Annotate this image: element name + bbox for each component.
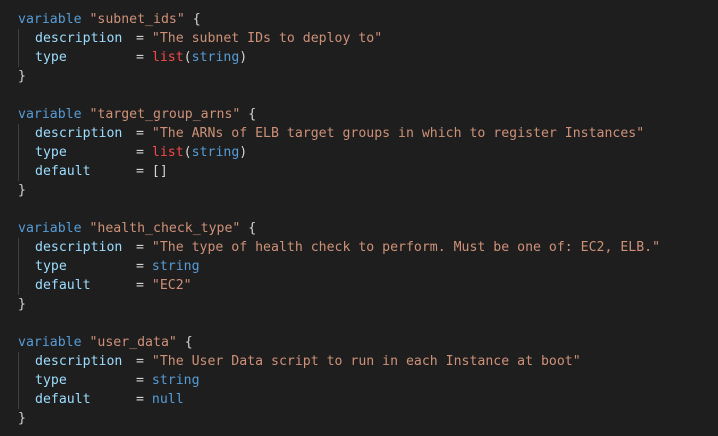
paren-open: ( bbox=[183, 50, 192, 65]
indent-guide bbox=[18, 238, 35, 257]
default-key: default bbox=[35, 278, 91, 293]
open-brace: { bbox=[184, 335, 193, 350]
type-key: type bbox=[35, 50, 67, 65]
variable-name: "health_check_type" bbox=[89, 221, 241, 236]
code-line: } bbox=[18, 67, 660, 86]
default-value: "EC2" bbox=[151, 278, 192, 293]
code-editor[interactable]: variable "subnet_ids" { description = "Th… bbox=[0, 0, 718, 436]
variable-name: "user_data" bbox=[89, 335, 177, 350]
equals-sign: = bbox=[136, 392, 144, 407]
type-value: string bbox=[151, 373, 200, 388]
type-argument: string bbox=[191, 145, 240, 160]
variable-name: "target_group_arns" bbox=[89, 107, 241, 122]
variable-keyword: variable bbox=[18, 335, 82, 350]
open-brace: { bbox=[192, 12, 201, 27]
code-line: type = string bbox=[18, 257, 660, 276]
indent-guide bbox=[18, 143, 35, 162]
type-key: type bbox=[35, 259, 67, 274]
code-line: description = "The ARNs of ELB target gro… bbox=[18, 124, 660, 143]
description-value: "The User Data script to run in each Ins… bbox=[151, 354, 581, 369]
variable-name: "subnet_ids" bbox=[89, 12, 185, 27]
code-line: variable "health_check_type" { bbox=[18, 219, 660, 238]
code-line: variable "target_group_arns" { bbox=[18, 105, 660, 124]
variable-keyword: variable bbox=[18, 221, 82, 236]
indent-guide bbox=[18, 257, 35, 276]
type-argument: string bbox=[191, 50, 240, 65]
description-key: description bbox=[35, 240, 123, 255]
code-line: } bbox=[18, 409, 660, 428]
code-line: description = "The subnet IDs to deploy t… bbox=[18, 29, 660, 48]
code-line: default = [] bbox=[18, 162, 660, 181]
default-key: default bbox=[35, 164, 91, 179]
default-key: default bbox=[35, 392, 91, 407]
type-key: type bbox=[35, 373, 67, 388]
type-value: string bbox=[151, 259, 200, 274]
code-line: } bbox=[18, 181, 660, 200]
close-brace: } bbox=[18, 69, 26, 84]
code-line: default = null bbox=[18, 390, 660, 409]
indent-guide bbox=[18, 48, 35, 67]
code-line: description = "The User Data script to ru… bbox=[18, 352, 660, 371]
description-value: "The ARNs of ELB target groups in which … bbox=[151, 126, 645, 141]
equals-sign: = bbox=[136, 354, 144, 369]
indent-guide bbox=[18, 390, 35, 409]
paren-close: ) bbox=[239, 145, 248, 160]
description-key: description bbox=[35, 126, 123, 141]
indent-guide bbox=[18, 371, 35, 390]
indent-guide bbox=[18, 162, 35, 181]
indent-guide bbox=[18, 276, 35, 295]
equals-sign: = bbox=[136, 278, 144, 293]
open-brace: { bbox=[248, 221, 257, 236]
code-content: variable "subnet_ids" { description = "Th… bbox=[18, 10, 660, 428]
type-function: list bbox=[151, 145, 184, 160]
open-brace: { bbox=[248, 107, 257, 122]
description-value: "The subnet IDs to deploy to" bbox=[151, 31, 383, 46]
equals-sign: = bbox=[136, 240, 144, 255]
code-line: type = list(string) bbox=[18, 48, 660, 67]
equals-sign: = bbox=[136, 50, 144, 65]
type-key: type bbox=[35, 145, 67, 160]
equals-sign: = bbox=[136, 145, 144, 160]
default-value: null bbox=[151, 392, 184, 407]
paren-close: ) bbox=[239, 50, 248, 65]
indent-guide bbox=[18, 29, 35, 48]
equals-sign: = bbox=[136, 126, 144, 141]
indent-guide bbox=[18, 352, 35, 371]
indent-guide bbox=[18, 124, 35, 143]
equals-sign: = bbox=[136, 373, 144, 388]
equals-sign: = bbox=[136, 31, 144, 46]
close-brace: } bbox=[18, 183, 26, 198]
paren-open: ( bbox=[183, 145, 192, 160]
variable-keyword: variable bbox=[18, 107, 82, 122]
code-line: default = "EC2" bbox=[18, 276, 660, 295]
code-line: description = "The type of health check t… bbox=[18, 238, 660, 257]
code-line: } bbox=[18, 295, 660, 314]
close-brace: } bbox=[18, 411, 26, 426]
variable-keyword: variable bbox=[18, 12, 82, 27]
code-line: variable "subnet_ids" { bbox=[18, 10, 660, 29]
equals-sign: = bbox=[136, 259, 144, 274]
code-line: variable "user_data" { bbox=[18, 333, 660, 352]
code-line: type = string bbox=[18, 371, 660, 390]
equals-sign: = bbox=[136, 164, 144, 179]
description-key: description bbox=[35, 31, 123, 46]
close-brace: } bbox=[18, 297, 26, 312]
description-value: "The type of health check to perform. Mu… bbox=[151, 240, 661, 255]
default-value: [] bbox=[151, 164, 168, 179]
code-line: type = list(string) bbox=[18, 143, 660, 162]
type-function: list bbox=[151, 50, 184, 65]
description-key: description bbox=[35, 354, 123, 369]
